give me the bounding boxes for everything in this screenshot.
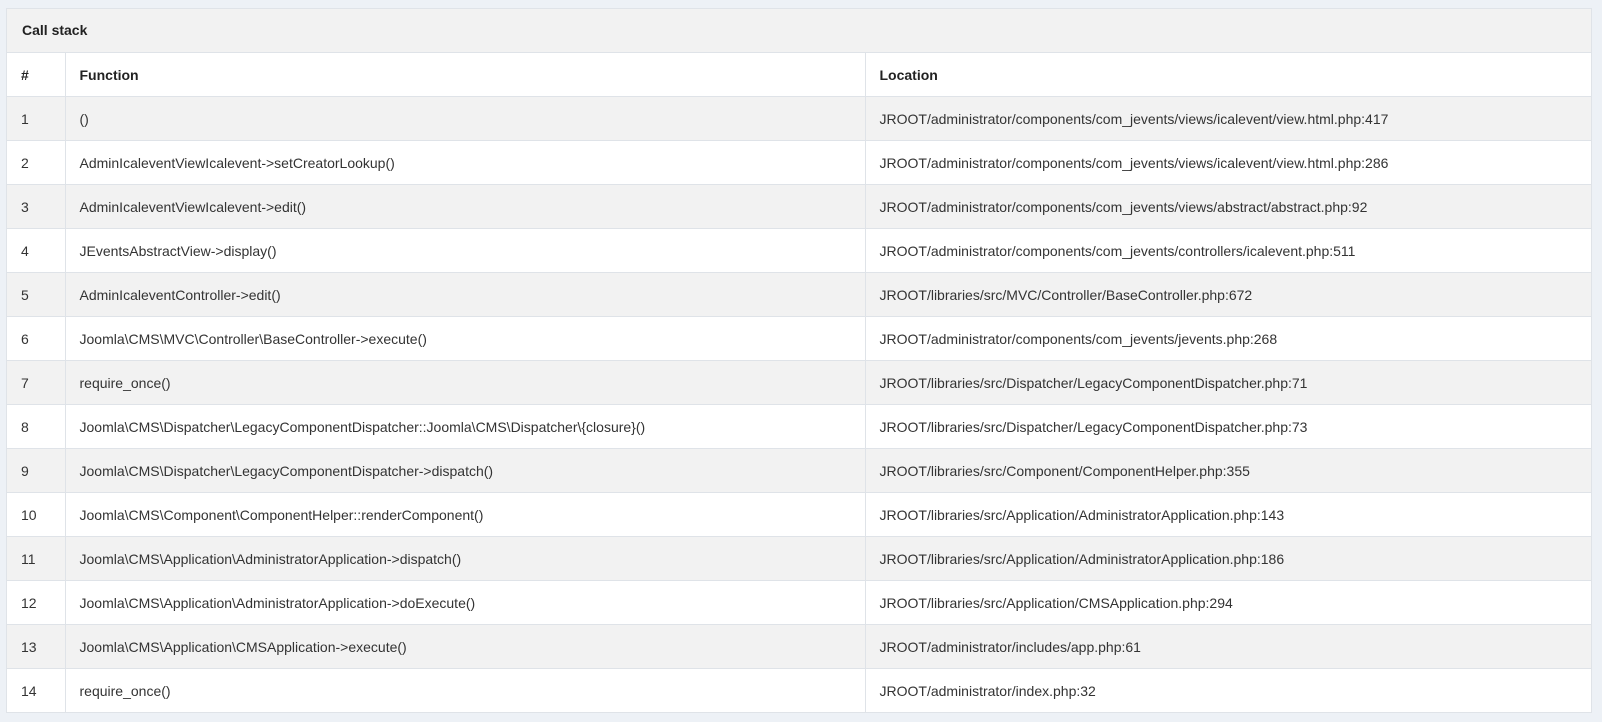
- table-row: 8 Joomla\CMS\Dispatcher\LegacyComponentDi…: [7, 404, 1591, 449]
- table-row: 12 Joomla\CMS\Application\AdministratorAp…: [7, 580, 1591, 625]
- row-location: JROOT/libraries/src/Application/Administ…: [865, 492, 1591, 537]
- row-number: 9: [7, 448, 66, 493]
- row-number: 12: [7, 580, 66, 625]
- row-function: Joomla\CMS\MVC\Controller\BaseController…: [65, 316, 866, 361]
- column-header-function: Function: [65, 53, 866, 97]
- table-row: 5 AdminIcaleventController->edit() JROOT/l…: [7, 272, 1591, 317]
- row-number: 6: [7, 316, 66, 361]
- call-stack-panel: Call stack # Function Location 1() JROOT/…: [6, 8, 1592, 713]
- table-row: 6 Joomla\CMS\MVC\Controller\BaseControlle…: [7, 316, 1591, 361]
- row-function: Joomla\CMS\Dispatcher\LegacyComponentDis…: [65, 448, 866, 493]
- table-row: 2 AdminIcaleventViewIcalevent->setCreator…: [7, 140, 1591, 185]
- row-function: JEventsAbstractView->display(): [65, 228, 866, 273]
- row-location: JROOT/administrator/components/com_jeven…: [865, 316, 1591, 361]
- row-number: 10: [7, 492, 66, 537]
- row-function: AdminIcaleventController->edit(): [65, 272, 866, 317]
- row-function: (): [65, 96, 866, 141]
- row-function: Joomla\CMS\Application\CMSApplication->e…: [65, 624, 866, 669]
- row-number: 13: [7, 624, 66, 669]
- row-location: JROOT/libraries/src/MVC/Controller/BaseC…: [865, 272, 1591, 317]
- row-location: JROOT/administrator/components/com_jeven…: [865, 96, 1591, 141]
- call-stack-rows: 1() JROOT/administrator/components/com_je…: [7, 96, 1591, 712]
- table-row: 1() JROOT/administrator/components/com_je…: [7, 96, 1591, 141]
- row-location: JROOT/administrator/components/com_jeven…: [865, 184, 1591, 229]
- row-function: AdminIcaleventViewIcalevent->setCreatorL…: [65, 140, 866, 185]
- panel-title: Call stack: [7, 9, 1591, 53]
- column-header-location: Location: [865, 53, 1591, 97]
- row-function: AdminIcaleventViewIcalevent->edit(): [65, 184, 866, 229]
- row-location: JROOT/libraries/src/Dispatcher/LegacyCom…: [865, 360, 1591, 405]
- row-location: JROOT/administrator/index.php:32: [865, 668, 1591, 712]
- table-row: 14 require_once() JROOT/administrator/inde…: [7, 668, 1591, 712]
- table-row: 4 JEventsAbstractView->display() JROOT/adm…: [7, 228, 1591, 273]
- row-function: Joomla\CMS\Dispatcher\LegacyComponentDis…: [65, 404, 866, 449]
- row-number: 8: [7, 404, 66, 449]
- table-header-row: # Function Location: [7, 53, 1591, 97]
- row-number: 4: [7, 228, 66, 273]
- column-header-number: #: [7, 53, 66, 97]
- table-row: 10 Joomla\CMS\Component\ComponentHelper::…: [7, 492, 1591, 537]
- row-location: JROOT/administrator/components/com_jeven…: [865, 228, 1591, 273]
- row-location: JROOT/libraries/src/Application/CMSAppli…: [865, 580, 1591, 625]
- row-function: Joomla\CMS\Application\AdministratorAppl…: [65, 536, 866, 581]
- row-function: Joomla\CMS\Component\ComponentHelper::re…: [65, 492, 866, 537]
- row-location: JROOT/administrator/components/com_jeven…: [865, 140, 1591, 185]
- row-location: JROOT/administrator/includes/app.php:61: [865, 624, 1591, 669]
- table-row: 11 Joomla\CMS\Application\AdministratorAp…: [7, 536, 1591, 581]
- row-number: 11: [7, 536, 66, 581]
- row-number: 1: [7, 96, 66, 141]
- row-location: JROOT/libraries/src/Dispatcher/LegacyCom…: [865, 404, 1591, 449]
- call-stack-table: # Function Location 1() JROOT/administrat…: [7, 53, 1591, 712]
- row-number: 7: [7, 360, 66, 405]
- row-number: 5: [7, 272, 66, 317]
- row-number: 3: [7, 184, 66, 229]
- table-row: 7 require_once() JROOT/libraries/src/Dispa…: [7, 360, 1591, 405]
- row-location: JROOT/libraries/src/Application/Administ…: [865, 536, 1591, 581]
- row-location: JROOT/libraries/src/Component/ComponentH…: [865, 448, 1591, 493]
- row-function: require_once(): [65, 668, 866, 712]
- table-row: 3 AdminIcaleventViewIcalevent->edit() JROO…: [7, 184, 1591, 229]
- table-row: 13 Joomla\CMS\Application\CMSApplication-…: [7, 624, 1591, 669]
- table-row: 9 Joomla\CMS\Dispatcher\LegacyComponentDi…: [7, 448, 1591, 493]
- row-number: 2: [7, 140, 66, 185]
- row-number: 14: [7, 668, 66, 712]
- row-function: require_once(): [65, 360, 866, 405]
- row-function: Joomla\CMS\Application\AdministratorAppl…: [65, 580, 866, 625]
